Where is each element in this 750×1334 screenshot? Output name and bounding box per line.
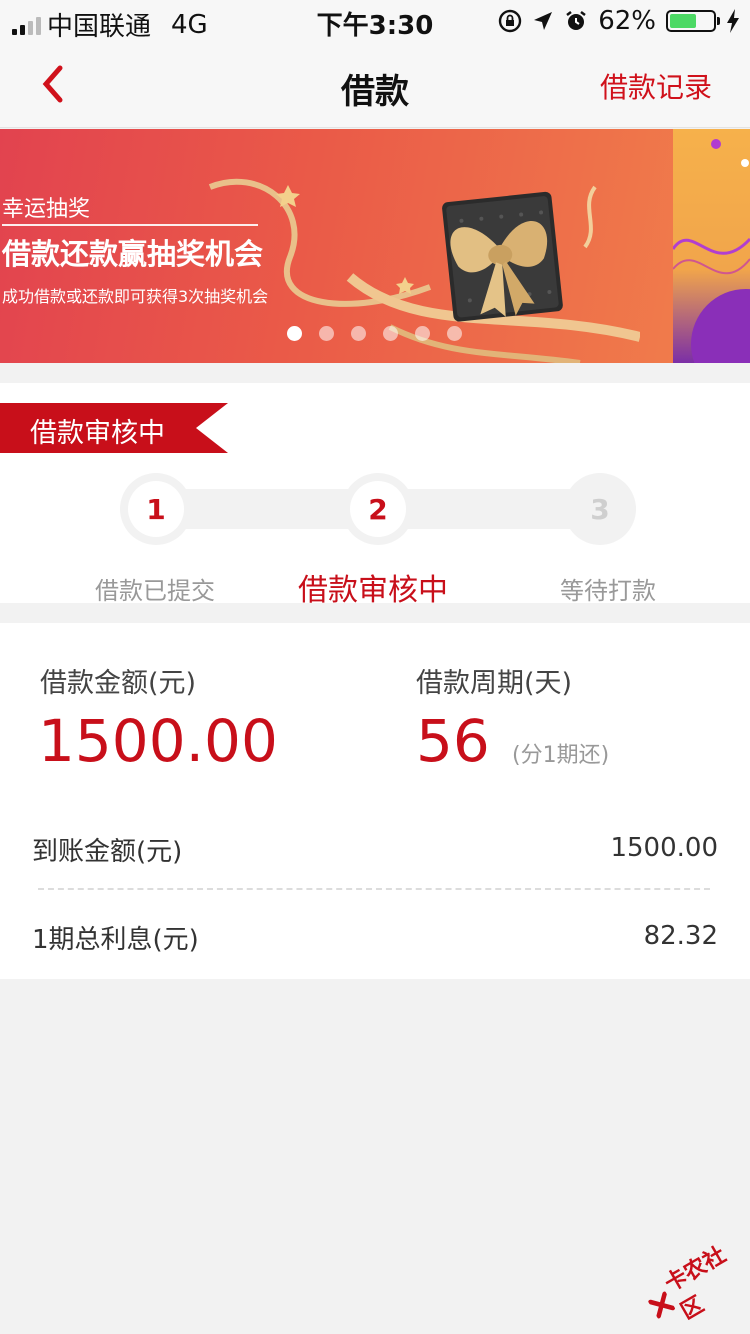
step-2-number: 2 <box>350 481 406 537</box>
loan-records-link[interactable]: 借款记录 <box>600 66 712 106</box>
step-1: 1 <box>120 473 192 545</box>
loan-amount-value: 1500.00 <box>38 707 278 775</box>
loan-period-value: 56 <box>416 707 490 775</box>
carousel-dot-3[interactable] <box>351 326 366 341</box>
received-amount-value: 1500.00 <box>610 833 718 863</box>
banner-slide-next[interactable] <box>673 129 750 363</box>
step-3: 3 <box>564 473 636 545</box>
loan-details-card: 借款金额(元) 1500.00 借款周期(天) 56 (分1期还) 到账金额(元… <box>0 623 750 979</box>
step-2: 2 <box>342 473 414 545</box>
carousel-dot-5[interactable] <box>415 326 430 341</box>
location-icon <box>534 12 553 30</box>
loan-period-note: (分1期还) <box>512 743 610 768</box>
carousel-indicators[interactable] <box>287 326 462 341</box>
watermark: 卡农社区 <box>637 1230 750 1334</box>
battery-icon <box>666 10 720 32</box>
status-bar-right: 62% <box>498 6 740 36</box>
dashed-divider <box>38 888 710 890</box>
step-1-number: 1 <box>128 481 184 537</box>
step-3-label: 等待打款 <box>560 577 656 605</box>
interest-label: 1期总利息(元) <box>32 925 199 955</box>
banner-slide-current[interactable]: 幸运抽奖 借款还款赢抽奖机会 成功借款或还款即可获得3次抽奖机会 <box>0 129 673 363</box>
loan-status-card: 借款审核中 1 2 3 借款已提交 借款审核中 等待打款 <box>0 383 750 608</box>
progress-track: 1 2 3 <box>120 473 636 545</box>
step-1-label: 借款已提交 <box>95 577 215 605</box>
received-amount-label: 到账金额(元) <box>32 837 183 867</box>
battery-percent: 62% <box>598 6 656 36</box>
charging-icon <box>727 9 739 33</box>
carousel-dot-1[interactable] <box>287 326 302 341</box>
nav-bar: 借款 借款记录 <box>0 40 750 128</box>
status-badge: 借款审核中 <box>30 418 165 449</box>
interest-value: 82.32 <box>643 921 718 951</box>
loan-period-label: 借款周期(天) <box>416 668 573 699</box>
alarm-icon <box>566 11 586 30</box>
step-3-number: 3 <box>572 481 628 537</box>
status-bar: 中国联通 4G 下午3:30 62% <box>0 0 750 42</box>
loan-amount-label: 借款金额(元) <box>40 668 197 699</box>
carousel-dot-6[interactable] <box>447 326 462 341</box>
banner-tag: 幸运抽奖 <box>2 197 91 222</box>
rotation-lock-icon <box>499 9 522 33</box>
carousel-dot-2[interactable] <box>319 326 334 341</box>
step-2-label: 借款审核中 <box>298 573 448 608</box>
promo-banner[interactable]: 幸运抽奖 借款还款赢抽奖机会 成功借款或还款即可获得3次抽奖机会 <box>0 129 750 363</box>
carousel-dot-4[interactable] <box>383 326 398 341</box>
